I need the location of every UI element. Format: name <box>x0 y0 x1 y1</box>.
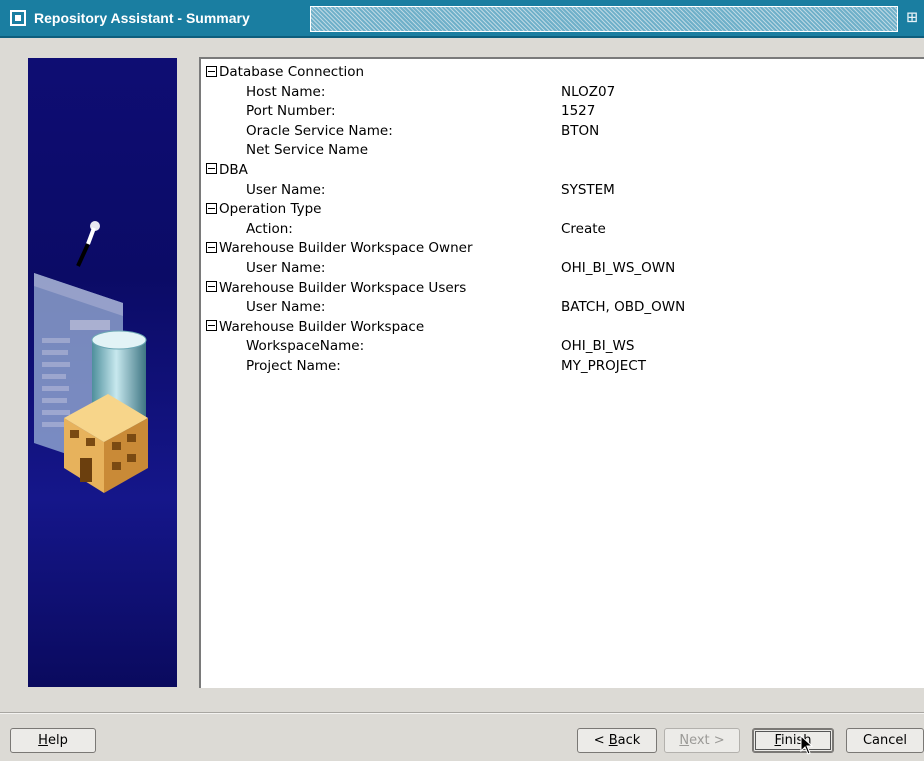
section-title: DBA <box>219 161 248 178</box>
next-label: ext > <box>689 733 725 748</box>
item-label: Host Name: <box>246 83 326 100</box>
cancel-label: Cancel <box>862 733 908 748</box>
item-label: User Name: <box>246 299 326 316</box>
section-title: Warehouse Builder Workspace Users <box>219 279 467 296</box>
section-header[interactable]: Database Connection <box>206 63 906 83</box>
item-value: NLOZ07 <box>561 83 616 100</box>
summary-item: Project Name: MY_PROJECT <box>206 357 906 377</box>
section-title: Warehouse Builder Workspace Owner <box>219 240 473 257</box>
repository-assistant-window: Repository Assistant - Summary ⊞ Databas… <box>0 0 924 761</box>
section-header[interactable]: DBA <box>206 161 906 181</box>
item-label: Port Number: <box>246 103 336 120</box>
section-title: Warehouse Builder Workspace <box>219 318 425 335</box>
item-label: User Name: <box>246 259 326 276</box>
item-value: OHI_BI_WS <box>561 338 635 355</box>
summary-item: Port Number: 1527 <box>206 102 906 122</box>
next-button[interactable]: Next > <box>664 728 740 753</box>
footer-divider-highlight <box>0 713 924 714</box>
item-label: User Name: <box>246 181 326 198</box>
wizard-side-illustration <box>28 58 177 687</box>
summary-item: Action: Create <box>206 220 906 240</box>
cancel-button[interactable]: Cancel <box>846 728 924 753</box>
next-mnemonic: N <box>679 733 690 748</box>
collapse-toggle-icon[interactable] <box>206 320 217 332</box>
item-label: Oracle Service Name: <box>246 122 393 139</box>
section-title: Operation Type <box>219 201 322 218</box>
help-label: elp <box>47 733 68 748</box>
item-value: OHI_BI_WS_OWN <box>561 259 676 276</box>
item-value: MY_PROJECT <box>561 357 646 374</box>
collapse-toggle-icon[interactable] <box>206 202 217 214</box>
summary-item: User Name: SYSTEM <box>206 181 906 201</box>
window-menu-icon[interactable] <box>10 10 26 26</box>
back-arrow: < <box>593 733 609 748</box>
maximize-icon[interactable]: ⊞ <box>902 4 922 32</box>
item-value: SYSTEM <box>561 181 615 198</box>
collapse-toggle-icon[interactable] <box>206 65 217 77</box>
item-label: Action: <box>246 220 293 237</box>
summary-item: User Name: OHI_BI_WS_OWN <box>206 259 906 279</box>
help-button[interactable]: Help <box>10 728 96 753</box>
title-bar[interactable]: Repository Assistant - Summary ⊞ <box>0 0 924 38</box>
summary-item: Host Name: NLOZ07 <box>206 83 906 103</box>
item-label: WorkspaceName: <box>246 338 365 355</box>
summary-item: Net Service Name <box>206 141 906 161</box>
section-header[interactable]: Operation Type <box>206 200 906 220</box>
back-button[interactable]: < Back <box>577 728 657 753</box>
section-header[interactable]: Warehouse Builder Workspace Owner <box>206 239 906 259</box>
summary-panel[interactable]: Database Connection Host Name: NLOZ07 Port … <box>199 57 924 688</box>
item-value: Create <box>561 220 606 237</box>
collapse-toggle-icon[interactable] <box>206 281 217 293</box>
title-bar-pattern <box>310 6 898 32</box>
magic-wand-icon <box>76 221 100 267</box>
item-value: BTON <box>561 122 600 139</box>
section-header[interactable]: Warehouse Builder Workspace <box>206 318 906 338</box>
summary-tree[interactable]: Database Connection Host Name: NLOZ07 Port … <box>206 63 906 377</box>
item-label: Net Service Name <box>246 142 369 159</box>
item-label: Project Name: <box>246 357 341 374</box>
section-header[interactable]: Warehouse Builder Workspace Users <box>206 279 906 299</box>
back-mnemonic: B <box>608 733 618 748</box>
back-label: ack <box>617 733 641 748</box>
help-mnemonic: H <box>38 733 48 748</box>
summary-item: WorkspaceName: OHI_BI_WS <box>206 337 906 357</box>
mouse-pointer-icon <box>800 735 814 755</box>
item-value: BATCH, OBD_OWN <box>561 299 686 316</box>
item-value: 1527 <box>561 103 596 120</box>
collapse-toggle-icon[interactable] <box>206 241 217 253</box>
finish-button[interactable]: Finish <box>752 728 834 753</box>
section-title: Database Connection <box>219 64 365 80</box>
summary-item: Oracle Service Name: BTON <box>206 122 906 142</box>
window-title: Repository Assistant - Summary <box>34 10 250 26</box>
collapse-toggle-icon[interactable] <box>206 163 217 175</box>
summary-item: User Name: BATCH, OBD_OWN <box>206 298 906 318</box>
